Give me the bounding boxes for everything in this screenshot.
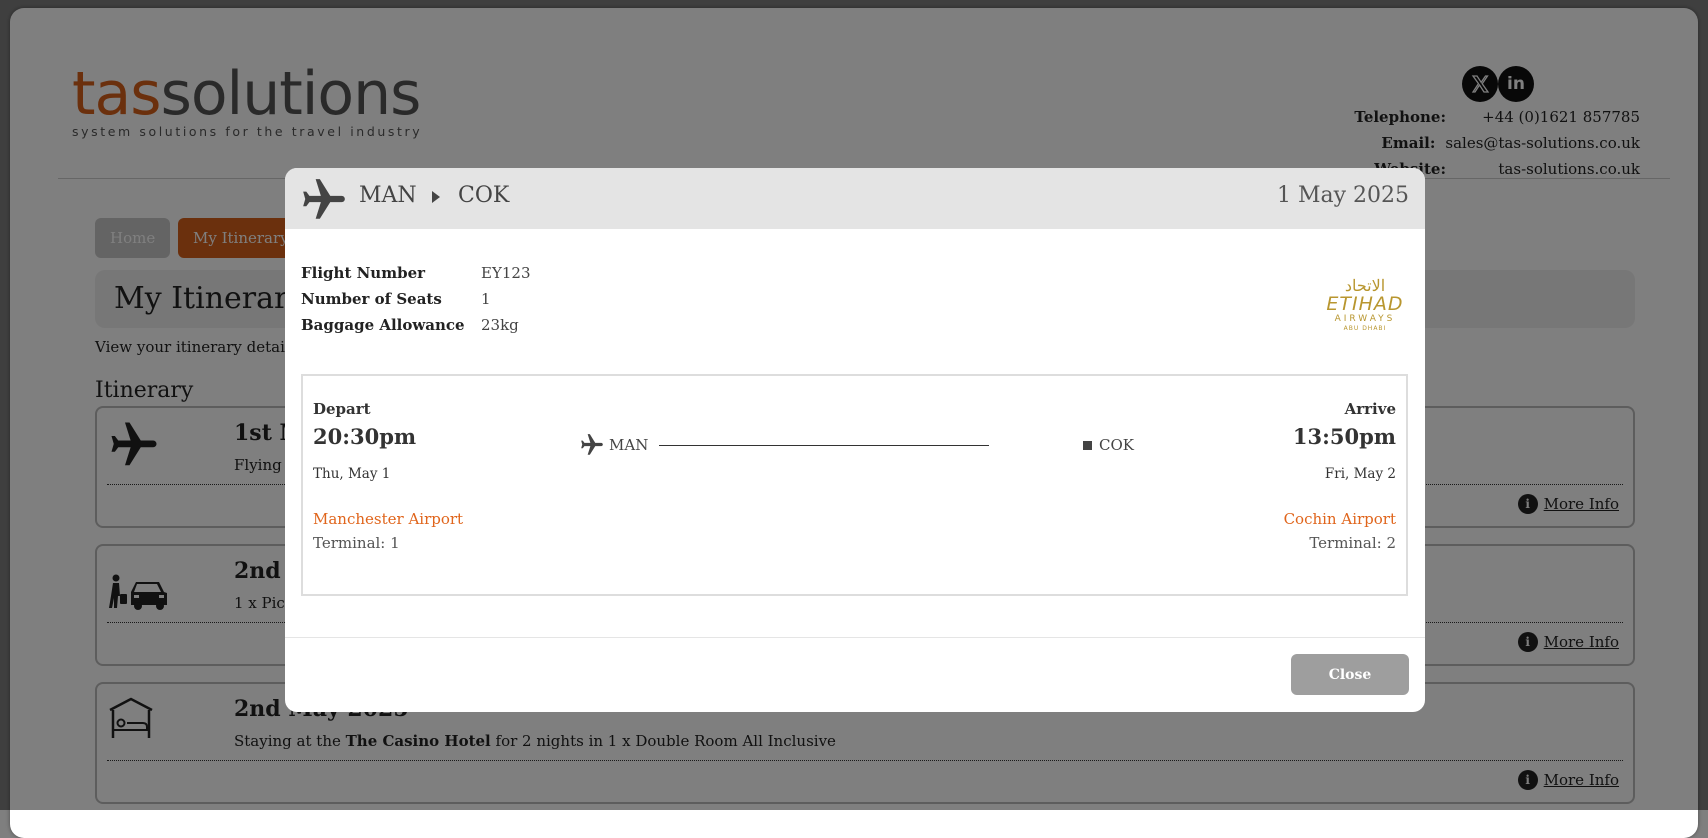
- arrive-time: 13:50pm: [1292, 424, 1396, 449]
- depart-label: Depart: [313, 400, 371, 418]
- modal-destination-code: COK: [458, 183, 510, 208]
- seats-value: 1: [481, 290, 491, 308]
- seats-label: Number of Seats: [301, 290, 442, 308]
- flight-info-list: Flight Number EY123 Number of Seats 1 Bagg…: [301, 260, 530, 338]
- baggage-label: Baggage Allowance: [301, 316, 465, 334]
- route-destination-code: COK: [1099, 436, 1134, 454]
- depart-terminal: Terminal: 1: [313, 534, 400, 552]
- route-line: MAN COK: [579, 434, 1134, 456]
- route-origin-code: MAN: [609, 436, 649, 454]
- plane-icon: [299, 175, 349, 229]
- plane-icon: [579, 432, 605, 462]
- arrive-day: Fri, May 2: [1324, 466, 1396, 482]
- flight-number-value: EY123: [481, 264, 531, 282]
- arrive-label: Arrive: [1344, 400, 1396, 418]
- arrive-airport: Cochin Airport: [1283, 510, 1396, 528]
- modal-origin-code: MAN: [359, 183, 417, 208]
- flight-details-modal: MAN COK 1 May 2025 Flight Number EY123 Nu…: [285, 168, 1425, 712]
- depart-day: Thu, May 1: [313, 466, 391, 482]
- caret-right-icon: [431, 189, 441, 209]
- close-button[interactable]: Close: [1291, 654, 1409, 695]
- modal-flight-date: 1 May 2025: [1276, 183, 1409, 208]
- arrive-terminal: Terminal: 2: [1309, 534, 1396, 552]
- baggage-value: 23kg: [481, 316, 519, 334]
- depart-time: 20:30pm: [313, 424, 417, 449]
- modal-header: MAN COK 1 May 2025: [285, 168, 1425, 229]
- destination-marker-icon: [1083, 441, 1092, 450]
- route-summary: Depart 20:30pm Thu, May 1 Manchester Air…: [301, 374, 1408, 596]
- flight-number-label: Flight Number: [301, 264, 426, 282]
- route-path-line: [659, 445, 989, 446]
- modal-footer-divider: [285, 637, 1425, 638]
- etihad-logo: الاتحاد ETIHAD AIRWAYS ABU DHABI: [1326, 276, 1404, 333]
- depart-airport: Manchester Airport: [313, 510, 464, 528]
